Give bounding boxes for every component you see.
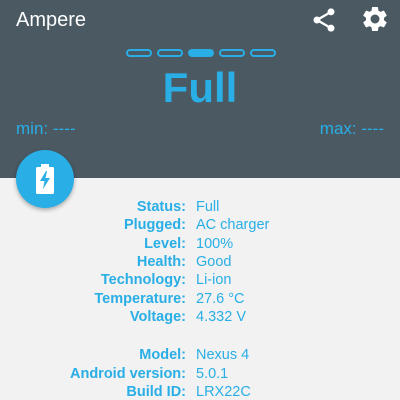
page-dot[interactable]	[219, 49, 245, 57]
page-dot[interactable]	[157, 49, 183, 57]
info-value: 4.332 V	[196, 308, 246, 325]
share-icon	[313, 8, 335, 32]
info-label: Build ID:	[126, 383, 186, 400]
charging-status-title: Full	[162, 64, 238, 111]
battery-info-panel: Status: Full Plugged: AC charger Level: …	[0, 198, 400, 400]
min-current-label: min: ----	[16, 119, 76, 138]
info-row-health: Health: Good	[0, 253, 400, 271]
info-row-android-version: Android version: 5.0.1	[0, 364, 400, 382]
info-row-level: Level: 100%	[0, 235, 400, 253]
info-label: Level:	[144, 235, 186, 252]
info-value: AC charger	[196, 217, 270, 234]
info-label: Status:	[136, 199, 186, 216]
info-label: Android version:	[69, 365, 186, 382]
info-row-plugged: Plugged: AC charger	[0, 216, 400, 234]
page-dot-active[interactable]	[188, 49, 214, 57]
info-value: Good	[196, 254, 232, 271]
info-value: Li-ion	[196, 272, 232, 289]
gear-icon	[363, 6, 387, 31]
info-row-technology: Technology: Li-ion	[0, 271, 400, 289]
share-button[interactable]	[310, 6, 338, 34]
info-row-status: Status: Full	[0, 198, 400, 216]
info-value: Full	[196, 199, 220, 216]
info-label: Plugged:	[123, 217, 186, 234]
battery-charging-icon	[36, 164, 54, 194]
settings-button[interactable]	[360, 4, 390, 34]
info-value: LRX22C	[196, 383, 251, 400]
info-row-voltage: Voltage: 4.332 V	[0, 308, 400, 326]
info-value: 27.6 °C	[196, 290, 245, 307]
info-label: Model:	[139, 347, 186, 364]
max-current-label: max: ----	[319, 119, 384, 138]
header: Ampere Full min: ---- max: ----	[0, 0, 400, 178]
info-value: 5.0.1	[196, 365, 229, 382]
page-indicator	[126, 47, 276, 59]
app-title: Ampere	[16, 9, 87, 31]
info-value: 100%	[196, 235, 234, 252]
info-value: Nexus 4	[196, 347, 250, 364]
info-label: Technology:	[100, 272, 186, 289]
info-row-build-id: Build ID: LRX22C	[0, 383, 400, 400]
info-label: Voltage:	[129, 308, 186, 325]
info-label: Health:	[136, 254, 186, 271]
info-label: Temperature:	[94, 290, 186, 307]
info-row-model: Model: Nexus 4	[0, 346, 400, 364]
page-dot[interactable]	[126, 49, 152, 57]
info-row-temperature: Temperature: 27.6 °C	[0, 289, 400, 307]
page-dot[interactable]	[250, 49, 276, 57]
